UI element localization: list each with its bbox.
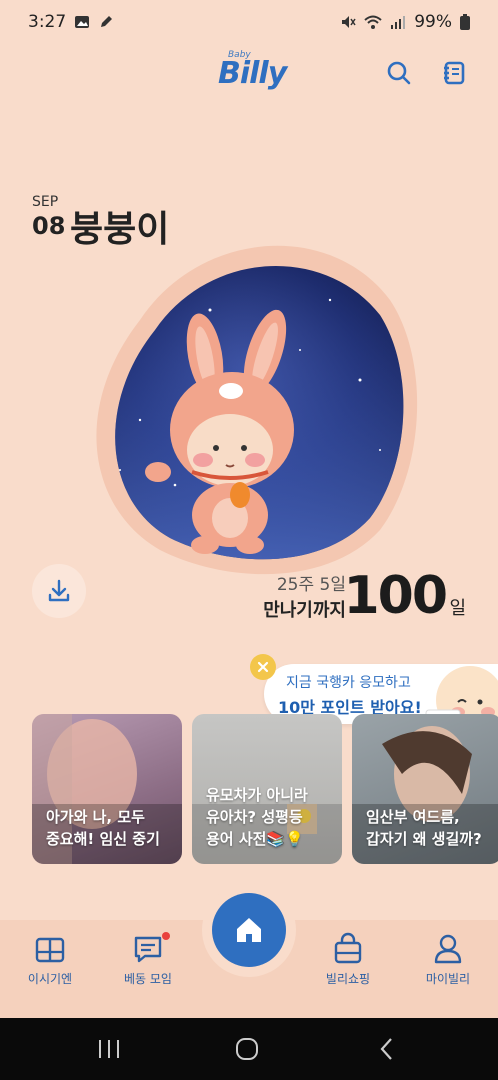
nav-label: 베동 모임 (124, 972, 172, 986)
shopping-bag-icon (334, 932, 362, 964)
book-icon (35, 937, 65, 963)
system-nav-bar (0, 1018, 498, 1080)
article-card[interactable]: 아가와 나, 모두 중요해! 임신 중기 (32, 714, 182, 864)
battery-icon (460, 14, 470, 30)
signal-icon (391, 16, 406, 29)
promo-line1: 지금 국행카 응모하고 (286, 675, 411, 691)
search-button[interactable] (382, 56, 416, 90)
download-button[interactable] (32, 564, 86, 618)
battery-level: 99% (414, 12, 452, 32)
download-icon (48, 579, 70, 602)
home-system-button[interactable] (232, 1036, 262, 1062)
date-day: 08 (32, 212, 66, 240)
until-label: 만나기까지 (263, 600, 346, 621)
app-logo[interactable]: Baby Billy (218, 50, 288, 100)
diary-button[interactable] (437, 56, 471, 90)
article-card-title: 임산부 여드름, 갑자기 왜 생길까? (366, 808, 482, 848)
close-icon (257, 661, 269, 673)
back-icon (380, 1038, 392, 1060)
article-card-title: 유모차가 아니라 유아차? 성평등 용어 사전📚💡 (206, 786, 308, 848)
baby-illustration[interactable] (80, 240, 425, 585)
back-button[interactable] (372, 1036, 402, 1062)
recent-apps-icon (99, 1040, 119, 1058)
article-card-title: 아가와 나, 모두 중요해! 임신 중기 (46, 808, 160, 848)
home-icon (237, 918, 261, 942)
diary-icon (444, 61, 465, 85)
nav-item-this-period[interactable]: 이시기엔 (10, 932, 90, 987)
recent-apps-button[interactable] (94, 1036, 124, 1062)
chat-icon (134, 936, 162, 963)
article-cards: 아가와 나, 모두 중요해! 임신 중기 유모차가 아니라 유아차? 성평등 용… (32, 714, 498, 864)
article-card[interactable]: 임산부 여드름, 갑자기 왜 생길까? (352, 714, 498, 864)
search-icon (387, 61, 411, 85)
status-bar: 3:27 99% (0, 0, 498, 44)
app-header: Baby Billy (0, 44, 498, 106)
edit-icon (101, 16, 113, 27)
pregnancy-week: 25주 5일 (276, 575, 346, 595)
days-unit: 일 (449, 598, 466, 619)
article-card[interactable]: 유모차가 아니라 유아차? 성평등 용어 사전📚💡 (192, 714, 342, 864)
nav-label: 마이빌리 (425, 972, 471, 986)
nav-item-group[interactable]: 베동 모임 (108, 932, 188, 987)
notification-dot (162, 932, 170, 940)
bunny-baby-image (96, 245, 418, 575)
profile-icon (434, 934, 462, 964)
status-time: 3:27 (28, 12, 67, 32)
home-button[interactable] (212, 893, 286, 967)
home-circle-icon (236, 1038, 258, 1060)
nav-label: 빌리쇼핑 (325, 972, 371, 986)
nav-item-my[interactable]: 마이빌리 (408, 932, 488, 987)
countdown: 25주 5일 만나기까지 100 일 (166, 566, 466, 626)
logo-text: Billy (218, 56, 287, 91)
promo-close-button[interactable] (250, 654, 276, 680)
mute-icon (342, 16, 356, 28)
date-month: SEP (32, 194, 59, 210)
nav-label: 이시기엔 (27, 972, 73, 986)
days-remaining: 100 (343, 566, 448, 626)
gallery-icon (75, 16, 90, 28)
nav-item-shopping[interactable]: 빌리쇼핑 (308, 932, 388, 987)
date-block: SEP 08 붕붕이 (32, 194, 169, 250)
wifi-icon (364, 15, 382, 29)
